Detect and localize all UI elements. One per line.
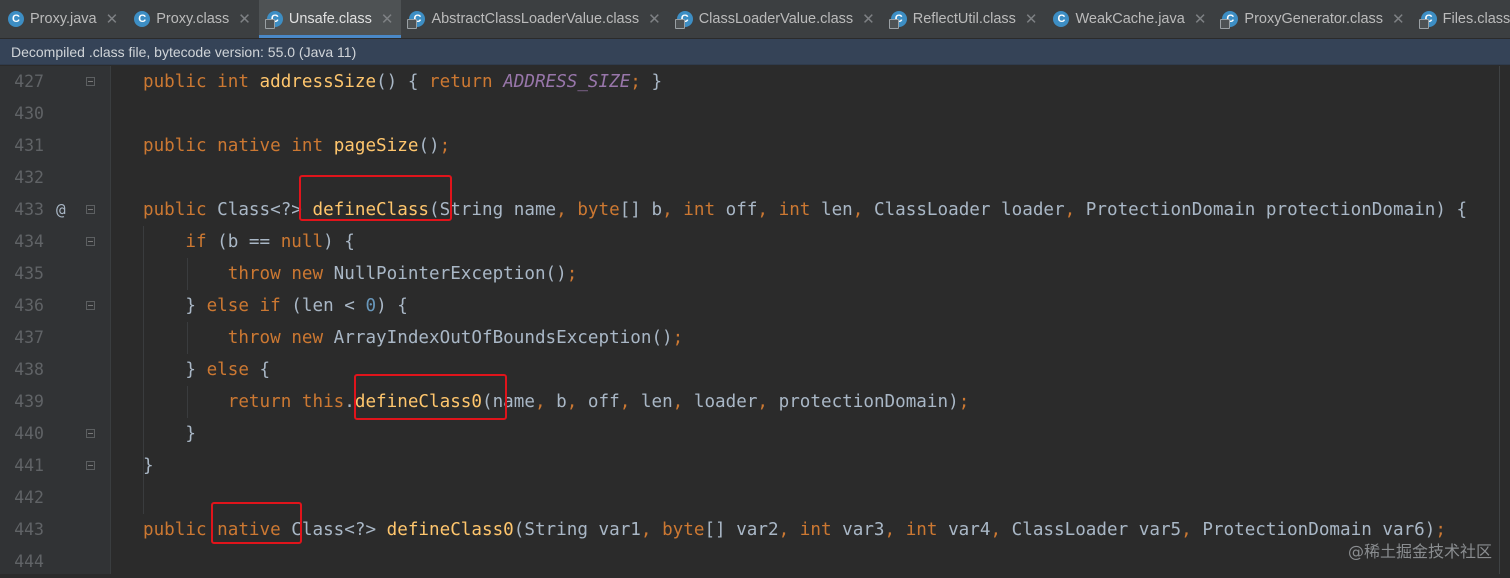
code-text: if (b == null) { — [185, 232, 355, 252]
code-line[interactable]: 427 public int addressSize() { return ADD… — [0, 66, 1510, 98]
code-text: } — [143, 424, 196, 444]
line-number: 437 — [14, 328, 44, 347]
class-icon: C — [134, 11, 151, 27]
banner-text: Decompiled .class file, bytecode version… — [11, 43, 357, 60]
close-icon[interactable]: ✕ — [1392, 10, 1405, 28]
close-icon[interactable]: ✕ — [862, 10, 875, 28]
tab-abstractclassloadervalue-class[interactable]: C AbstractClassLoaderValue.class ✕ — [401, 0, 668, 38]
line-number: 433 — [14, 200, 44, 219]
line-number: 442 — [14, 488, 44, 507]
close-icon[interactable]: ✕ — [238, 10, 251, 28]
tab-label: Files.class — [1442, 11, 1510, 27]
tab-label: ReflectUtil.class — [912, 11, 1016, 27]
tab-label: AbstractClassLoaderValue.class — [431, 11, 640, 27]
code-text: throw new NullPointerException(); — [227, 264, 578, 284]
fold-toggle-icon[interactable] — [86, 205, 95, 214]
line-number: 435 — [14, 264, 44, 283]
highlight-defineClass — [299, 175, 452, 221]
code-text: public native int pageSize(); — [143, 136, 451, 156]
compiled-class-icon: C — [674, 11, 693, 29]
line-number: 436 — [14, 296, 44, 315]
close-icon[interactable]: ✕ — [381, 10, 394, 28]
code-editor[interactable]: 427 public int addressSize() { return ADD… — [0, 66, 1510, 574]
code-line[interactable]: 432 — [0, 162, 1510, 194]
close-icon[interactable]: ✕ — [648, 10, 661, 28]
tab-weakcache-java[interactable]: C WeakCache.java ✕ — [1045, 0, 1214, 38]
code-line[interactable]: 430 — [0, 98, 1510, 130]
line-number: 432 — [14, 168, 44, 187]
tab-proxy-class[interactable]: C Proxy.class ✕ — [126, 0, 259, 38]
code-line[interactable]: 434 if (b == null) { — [0, 226, 1510, 258]
decompiled-info-banner: Decompiled .class file, bytecode version… — [0, 39, 1510, 65]
code-line[interactable]: 444 — [0, 546, 1510, 578]
close-icon[interactable]: ✕ — [106, 10, 119, 28]
class-icon: C — [8, 11, 24, 27]
tab-reflectutil-class[interactable]: C ReflectUtil.class ✕ — [883, 0, 1046, 38]
tab-label: Unsafe.class — [288, 11, 372, 27]
line-number: 439 — [14, 392, 44, 411]
tab-proxygenerator-class[interactable]: C ProxyGenerator.class ✕ — [1214, 0, 1412, 38]
code-line[interactable]: 436 } else if (len < 0) { — [0, 290, 1510, 322]
code-line[interactable]: 439 return this.defineClass0(name, b, of… — [0, 386, 1510, 418]
line-number: 434 — [14, 232, 44, 251]
compiled-class-icon: C — [264, 11, 283, 29]
code-text: public int addressSize() { return ADDRES… — [143, 72, 663, 92]
line-number: 430 — [14, 104, 44, 123]
code-line[interactable]: 433 @ public Class<?> defineClass(String n… — [0, 194, 1510, 226]
code-text: public native Class<?> defineClass0(Stri… — [143, 520, 1446, 540]
tab-label: Proxy.class — [156, 11, 230, 27]
fold-toggle-icon[interactable] — [86, 429, 95, 438]
tab-files-class[interactable]: C Files.class — [1413, 0, 1510, 38]
line-number: 440 — [14, 424, 44, 443]
highlight-native-keyword — [211, 502, 302, 544]
fold-toggle-icon[interactable] — [86, 237, 95, 246]
tab-label: ProxyGenerator.class — [1244, 11, 1384, 27]
compiled-class-icon: C — [1220, 11, 1239, 29]
code-line[interactable]: 435 throw new NullPointerException(); — [0, 258, 1510, 290]
code-line[interactable]: 440 } — [0, 418, 1510, 450]
line-number: 444 — [14, 552, 44, 571]
compiled-class-icon: C — [407, 11, 426, 29]
tab-unsafe-class[interactable]: C Unsafe.class ✕ — [258, 0, 402, 38]
line-number: 438 — [14, 360, 44, 379]
override-marker-icon[interactable]: @ — [56, 194, 66, 226]
line-number: 427 — [14, 72, 44, 91]
fold-toggle-icon[interactable] — [86, 301, 95, 310]
fold-toggle-icon[interactable] — [86, 461, 95, 470]
code-text: throw new ArrayIndexOutOfBoundsException… — [227, 328, 684, 348]
close-icon[interactable]: ✕ — [1025, 10, 1038, 28]
editor-tab-bar: C Proxy.java ✕ C Proxy.class ✕ C Unsafe.class ✕ C… — [0, 0, 1510, 39]
watermark-text: @稀土掘金技术社区 — [1347, 542, 1492, 561]
fold-toggle-icon[interactable] — [86, 77, 95, 86]
tab-proxy-java[interactable]: C Proxy.java ✕ — [0, 0, 126, 38]
code-text: } — [143, 456, 154, 476]
code-text: return this.defineClass0(name, b, off, l… — [227, 392, 970, 412]
code-line[interactable]: 441} — [0, 450, 1510, 482]
highlight-defineClass0-call — [354, 374, 507, 420]
code-line[interactable]: 438 } else { — [0, 354, 1510, 386]
line-number: 441 — [14, 456, 44, 475]
code-text: } else if (len < 0) { — [143, 296, 408, 316]
tab-label: WeakCache.java — [1075, 11, 1185, 27]
code-line[interactable]: 437 throw new ArrayIndexOutOfBoundsExcep… — [0, 322, 1510, 354]
tab-classloadervalue-class[interactable]: C ClassLoaderValue.class ✕ — [669, 0, 883, 38]
class-icon: C — [1053, 11, 1070, 27]
tab-label: ClassLoaderValue.class — [698, 11, 854, 27]
code-line[interactable]: 431 public native int pageSize(); — [0, 130, 1510, 162]
code-text: } else { — [143, 360, 271, 380]
compiled-class-icon: C — [1418, 11, 1437, 29]
line-number: 431 — [14, 136, 44, 155]
compiled-class-icon: C — [888, 11, 907, 29]
line-number: 443 — [14, 520, 44, 539]
close-icon[interactable]: ✕ — [1194, 10, 1207, 28]
tab-label: Proxy.java — [30, 11, 97, 27]
